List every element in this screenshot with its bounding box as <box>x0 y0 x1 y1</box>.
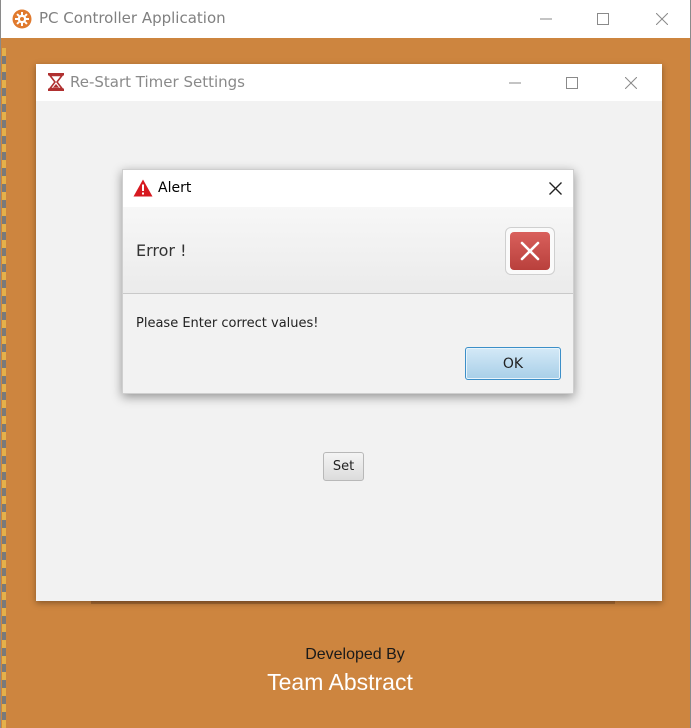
gear-icon <box>12 9 32 29</box>
alert-title: Alert <box>158 180 192 196</box>
timer-window-bottom-edge <box>91 601 615 604</box>
timer-window-title: Re-Start Timer Settings <box>70 73 245 91</box>
close-button[interactable] <box>633 0 691 38</box>
ok-button[interactable]: OK <box>465 347 561 380</box>
timer-minimize-button[interactable] <box>486 64 544 101</box>
team-name: Team Abstract <box>267 669 413 695</box>
minimize-button[interactable] <box>517 0 575 38</box>
hourglass-icon <box>48 73 64 91</box>
alert-dialog: Alert Error ! Please Enter correct value… <box>122 169 574 394</box>
app-title: PC Controller Application <box>39 9 226 27</box>
alert-header-text: Error ! <box>136 241 187 260</box>
alert-titlebar[interactable]: Alert <box>123 170 573 207</box>
timer-titlebar[interactable]: Re-Start Timer Settings <box>36 64 662 101</box>
set-button[interactable]: Set <box>323 452 364 481</box>
developed-by-label: Developed By <box>305 646 405 663</box>
close-icon <box>625 76 637 89</box>
left-edge-pattern <box>2 48 6 728</box>
warning-icon <box>133 179 153 197</box>
error-x-icon <box>510 232 550 270</box>
close-icon <box>656 13 668 25</box>
x-mark-icon <box>520 241 540 261</box>
app-window: PC Controller Application Re-Start Timer… <box>0 0 691 728</box>
close-icon <box>548 182 562 195</box>
alert-close-button[interactable] <box>536 170 574 207</box>
alert-header: Error ! <box>123 207 573 294</box>
timer-maximize-button[interactable] <box>543 64 601 101</box>
app-titlebar[interactable]: PC Controller Application <box>1 0 690 38</box>
timer-close-button[interactable] <box>602 64 660 101</box>
alert-message: Please Enter correct values! <box>136 316 319 331</box>
minimize-icon <box>540 18 552 20</box>
maximize-icon <box>597 13 609 25</box>
maximize-button[interactable] <box>574 0 632 38</box>
error-icon <box>505 227 555 275</box>
maximize-icon <box>566 76 578 89</box>
minimize-icon <box>509 82 521 83</box>
